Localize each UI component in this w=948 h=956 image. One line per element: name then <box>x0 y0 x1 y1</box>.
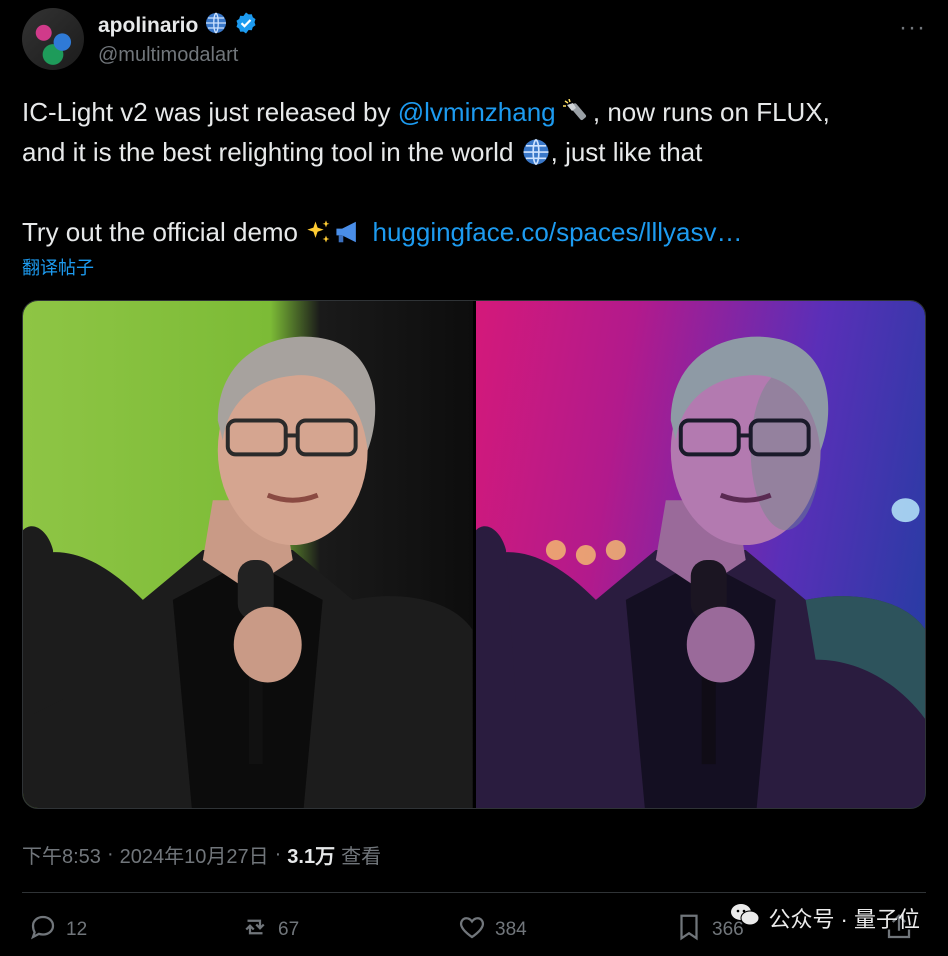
like-button[interactable]: 384 <box>457 912 527 948</box>
tweet-text-segment: , just like that <box>550 137 703 167</box>
tweet-line-2: and it is the best relighting tool in th… <box>22 132 926 172</box>
meta-separator: · <box>106 843 114 865</box>
verified-badge-icon <box>234 11 258 40</box>
mention-link[interactable]: @lvminzhang <box>398 97 556 127</box>
reply-count: 12 <box>66 919 88 940</box>
views-label: 查看 <box>341 846 382 868</box>
globe-icon <box>521 137 551 167</box>
media-grid <box>22 300 926 809</box>
more-options-icon[interactable]: ··· <box>899 14 926 42</box>
tweet-line-3: Try out the official demo huggingface.co… <box>22 212 926 252</box>
tweet-text-segment: IC-Light v2 was just released by <box>22 97 398 127</box>
author-name-row[interactable]: apolinario <box>98 11 258 40</box>
tweet-text-segment: , now runs on FLUX, <box>592 97 830 127</box>
like-count: 384 <box>495 919 527 940</box>
sparkles-icon <box>305 217 333 247</box>
post-date[interactable]: 2024年10月27日 <box>120 840 269 869</box>
flashlight-icon <box>562 97 593 127</box>
demo-link[interactable]: huggingface.co/spaces/lllyasv… <box>372 217 742 247</box>
avatar[interactable] <box>22 8 84 70</box>
tweet-text: IC-Light v2 was just released by @lvminz… <box>22 92 926 252</box>
heart-icon <box>457 912 487 948</box>
wechat-watermark: 公众号 · 量子位 <box>730 902 920 934</box>
tweet-line-1: IC-Light v2 was just released by @lvminz… <box>22 92 926 132</box>
tweet-meta: 下午8:53 · 2024年10月27日 · 3.1万 查看 <box>22 840 381 869</box>
tweet-text-segment: Try out the official demo <box>22 217 306 247</box>
divider <box>22 892 926 893</box>
watermark-text: 公众号 · 量子位 <box>768 907 920 932</box>
reply-button[interactable]: 12 <box>28 912 87 948</box>
translate-post-link[interactable]: 翻译帖子 <box>22 254 94 280</box>
retweet-button[interactable]: 67 <box>240 912 299 948</box>
post-time[interactable]: 下午8:53 <box>22 840 101 869</box>
globe-icon <box>204 11 228 40</box>
megaphone-icon <box>333 217 365 247</box>
meta-separator: · <box>274 843 282 865</box>
retweet-icon <box>240 912 270 948</box>
author-handle[interactable]: @multimodalart <box>98 44 238 67</box>
views-count: 3.1万 <box>287 846 336 868</box>
retweet-count: 67 <box>278 919 300 940</box>
tweet-header: apolinario @multimodalart ··· <box>22 8 926 72</box>
tweet-text-segment: and it is the best relighting tool in th… <box>22 137 521 167</box>
person-illustration <box>23 336 473 808</box>
display-name[interactable]: apolinario <box>98 14 198 38</box>
reply-icon <box>28 912 58 948</box>
photo-relit[interactable] <box>475 301 925 808</box>
person-illustration-relit <box>475 336 925 808</box>
bookmark-icon <box>674 912 704 948</box>
photo-original[interactable] <box>23 301 473 808</box>
wechat-icon <box>730 902 760 934</box>
